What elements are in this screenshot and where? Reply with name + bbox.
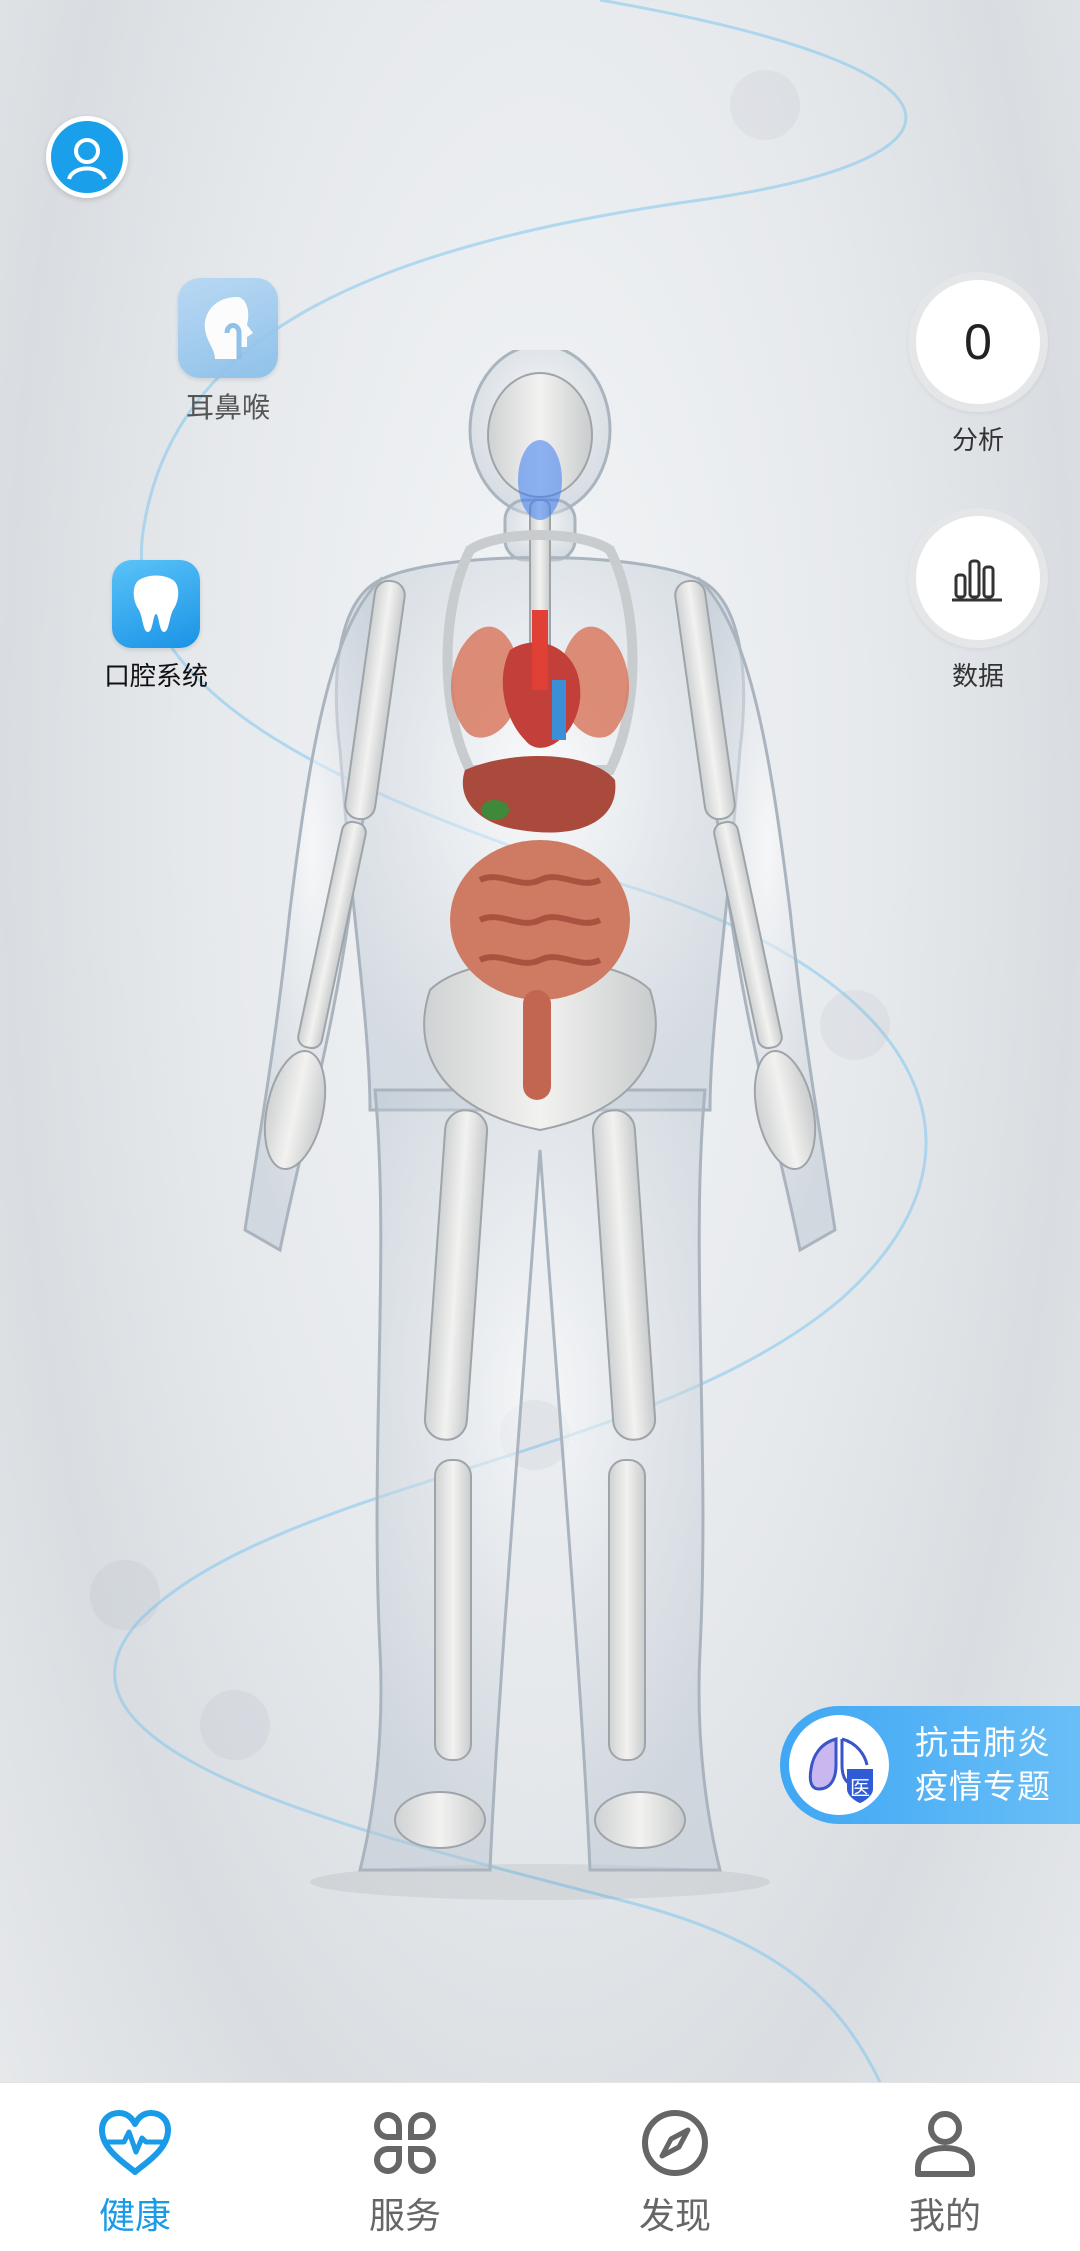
tab-label: 服务 xyxy=(368,2196,441,2237)
user-avatar-icon xyxy=(67,138,107,180)
tab-label: 健康 xyxy=(98,2196,171,2237)
campaign-line-2: 疫情专题 xyxy=(915,1767,1051,1806)
skeleton xyxy=(263,372,817,1849)
tab-label: 我的 xyxy=(908,2196,981,2237)
human-body-3d-model[interactable] xyxy=(240,350,840,1910)
command-grid-icon xyxy=(365,2105,445,2181)
tab-services[interactable]: 服务 xyxy=(270,2083,540,2251)
data-button[interactable]: 数据 xyxy=(908,508,1048,693)
bar-chart-icon xyxy=(952,559,1002,602)
pneumonia-campaign-banner[interactable]: 医 抗击肺炎 疫情专题 xyxy=(780,1706,1080,1824)
analysis-label: 分析 xyxy=(951,426,1004,456)
analysis-button[interactable]: 0 分析 xyxy=(908,272,1048,457)
person-icon xyxy=(905,2105,985,2181)
data-label: 数据 xyxy=(951,662,1004,692)
user-avatar[interactable] xyxy=(46,116,128,198)
campaign-line-1: 抗击肺炎 xyxy=(915,1723,1051,1762)
campaign-text: 抗击肺炎 疫情专题 xyxy=(915,1721,1051,1809)
tooth-icon xyxy=(112,560,200,648)
system-node-label: 口腔系统 xyxy=(104,662,209,692)
data-circle xyxy=(908,508,1048,648)
tab-discover[interactable]: 发现 xyxy=(540,2083,810,2251)
system-node-ent[interactable]: 耳鼻喉 xyxy=(178,278,278,426)
ear-nose-throat-icon xyxy=(178,278,278,378)
heart-pulse-icon xyxy=(95,2105,175,2181)
faded-system-node xyxy=(730,70,800,140)
analysis-circle: 0 xyxy=(908,272,1048,412)
lungs-shield-icon: 医 xyxy=(789,1715,889,1815)
tab-label: 发现 xyxy=(638,2196,711,2237)
system-node-oral[interactable]: 口腔系统 xyxy=(104,560,208,693)
tab-mine[interactable]: 我的 xyxy=(810,2083,1080,2251)
system-node-label: 耳鼻喉 xyxy=(185,391,270,424)
faded-system-node xyxy=(90,1560,160,1630)
analysis-count: 0 xyxy=(964,314,992,370)
compass-icon xyxy=(635,2105,715,2181)
tab-health[interactable]: 健康 xyxy=(0,2083,270,2251)
body-map-stage: 耳鼻喉 口腔系统 0 分析 数据 医 抗击肺炎 疫情专题 xyxy=(0,0,1080,2082)
bottom-tab-bar: 健康 服务 发现 我的 xyxy=(0,2082,1080,2251)
campaign-badge: 医 xyxy=(850,1776,870,1800)
